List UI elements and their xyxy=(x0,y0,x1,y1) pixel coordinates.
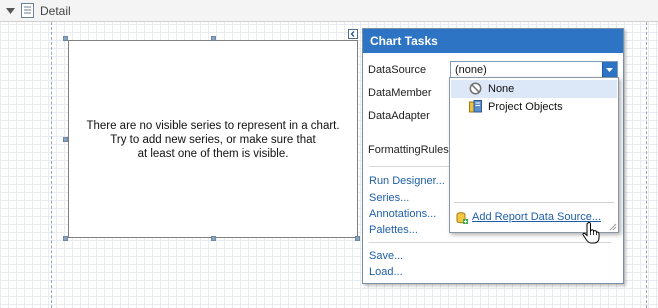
dropdown-item-project-objects[interactable]: Project Objects xyxy=(451,98,617,116)
resize-grip-icon[interactable] xyxy=(609,223,617,231)
empty-chart-message: There are no visible series to represent… xyxy=(69,119,357,161)
separator xyxy=(454,202,614,203)
dataadapter-label: DataAdapter xyxy=(368,110,430,122)
right-margin-guide xyxy=(646,22,647,308)
datasource-dropdown-list: None Project Objects Add Report Data Sou… xyxy=(449,77,619,233)
resize-handle-bottom-left[interactable] xyxy=(63,236,68,241)
resize-handle-bottom-right[interactable] xyxy=(355,236,360,241)
hand-pointer-icon xyxy=(582,222,600,244)
separator xyxy=(369,242,611,243)
empty-chart-message-line: Try to add new series, or make sure that xyxy=(110,134,316,146)
report-band-icon xyxy=(21,3,34,18)
datasource-value: (none) xyxy=(455,64,487,76)
dropdown-item-none[interactable]: None xyxy=(451,80,617,98)
chart-control[interactable]: There are no visible series to represent… xyxy=(68,40,358,238)
smart-tag-button[interactable] xyxy=(348,29,358,39)
resize-handle-bottom[interactable] xyxy=(211,236,216,241)
chevron-down-icon xyxy=(606,68,613,72)
resize-handle-top-left[interactable] xyxy=(63,36,68,41)
dropdown-item-label: Project Objects xyxy=(488,101,563,113)
detail-band-header[interactable]: Detail xyxy=(0,0,658,22)
collapse-arrow-icon xyxy=(350,31,355,37)
dropdown-item-label: None xyxy=(488,83,515,95)
load-link[interactable]: Load... xyxy=(369,266,403,278)
empty-chart-message-line: There are no visible series to represent… xyxy=(86,120,340,132)
database-add-icon xyxy=(456,212,468,224)
save-link[interactable]: Save... xyxy=(369,250,403,262)
left-margin-guide xyxy=(51,22,52,308)
none-circle-icon xyxy=(469,82,482,95)
resize-handle-left[interactable] xyxy=(63,137,68,142)
project-objects-icon xyxy=(469,100,482,113)
annotations-link[interactable]: Annotations... xyxy=(369,208,436,220)
empty-chart-message-line: at least one of them is visible. xyxy=(137,148,289,160)
datasource-dropdown-button[interactable] xyxy=(602,62,617,78)
datamember-label: DataMember xyxy=(368,87,432,99)
band-title: Detail xyxy=(40,4,71,18)
run-designer-link[interactable]: Run Designer... xyxy=(369,175,445,187)
datasource-label: DataSource xyxy=(368,64,427,76)
series-link[interactable]: Series... xyxy=(369,192,409,204)
triangle-down-icon[interactable] xyxy=(6,6,15,15)
resize-handle-top[interactable] xyxy=(211,36,216,41)
formattingrules-label: FormattingRules xyxy=(368,144,449,156)
palettes-link[interactable]: Palettes... xyxy=(369,224,418,236)
chart-tasks-title: Chart Tasks xyxy=(363,29,623,53)
